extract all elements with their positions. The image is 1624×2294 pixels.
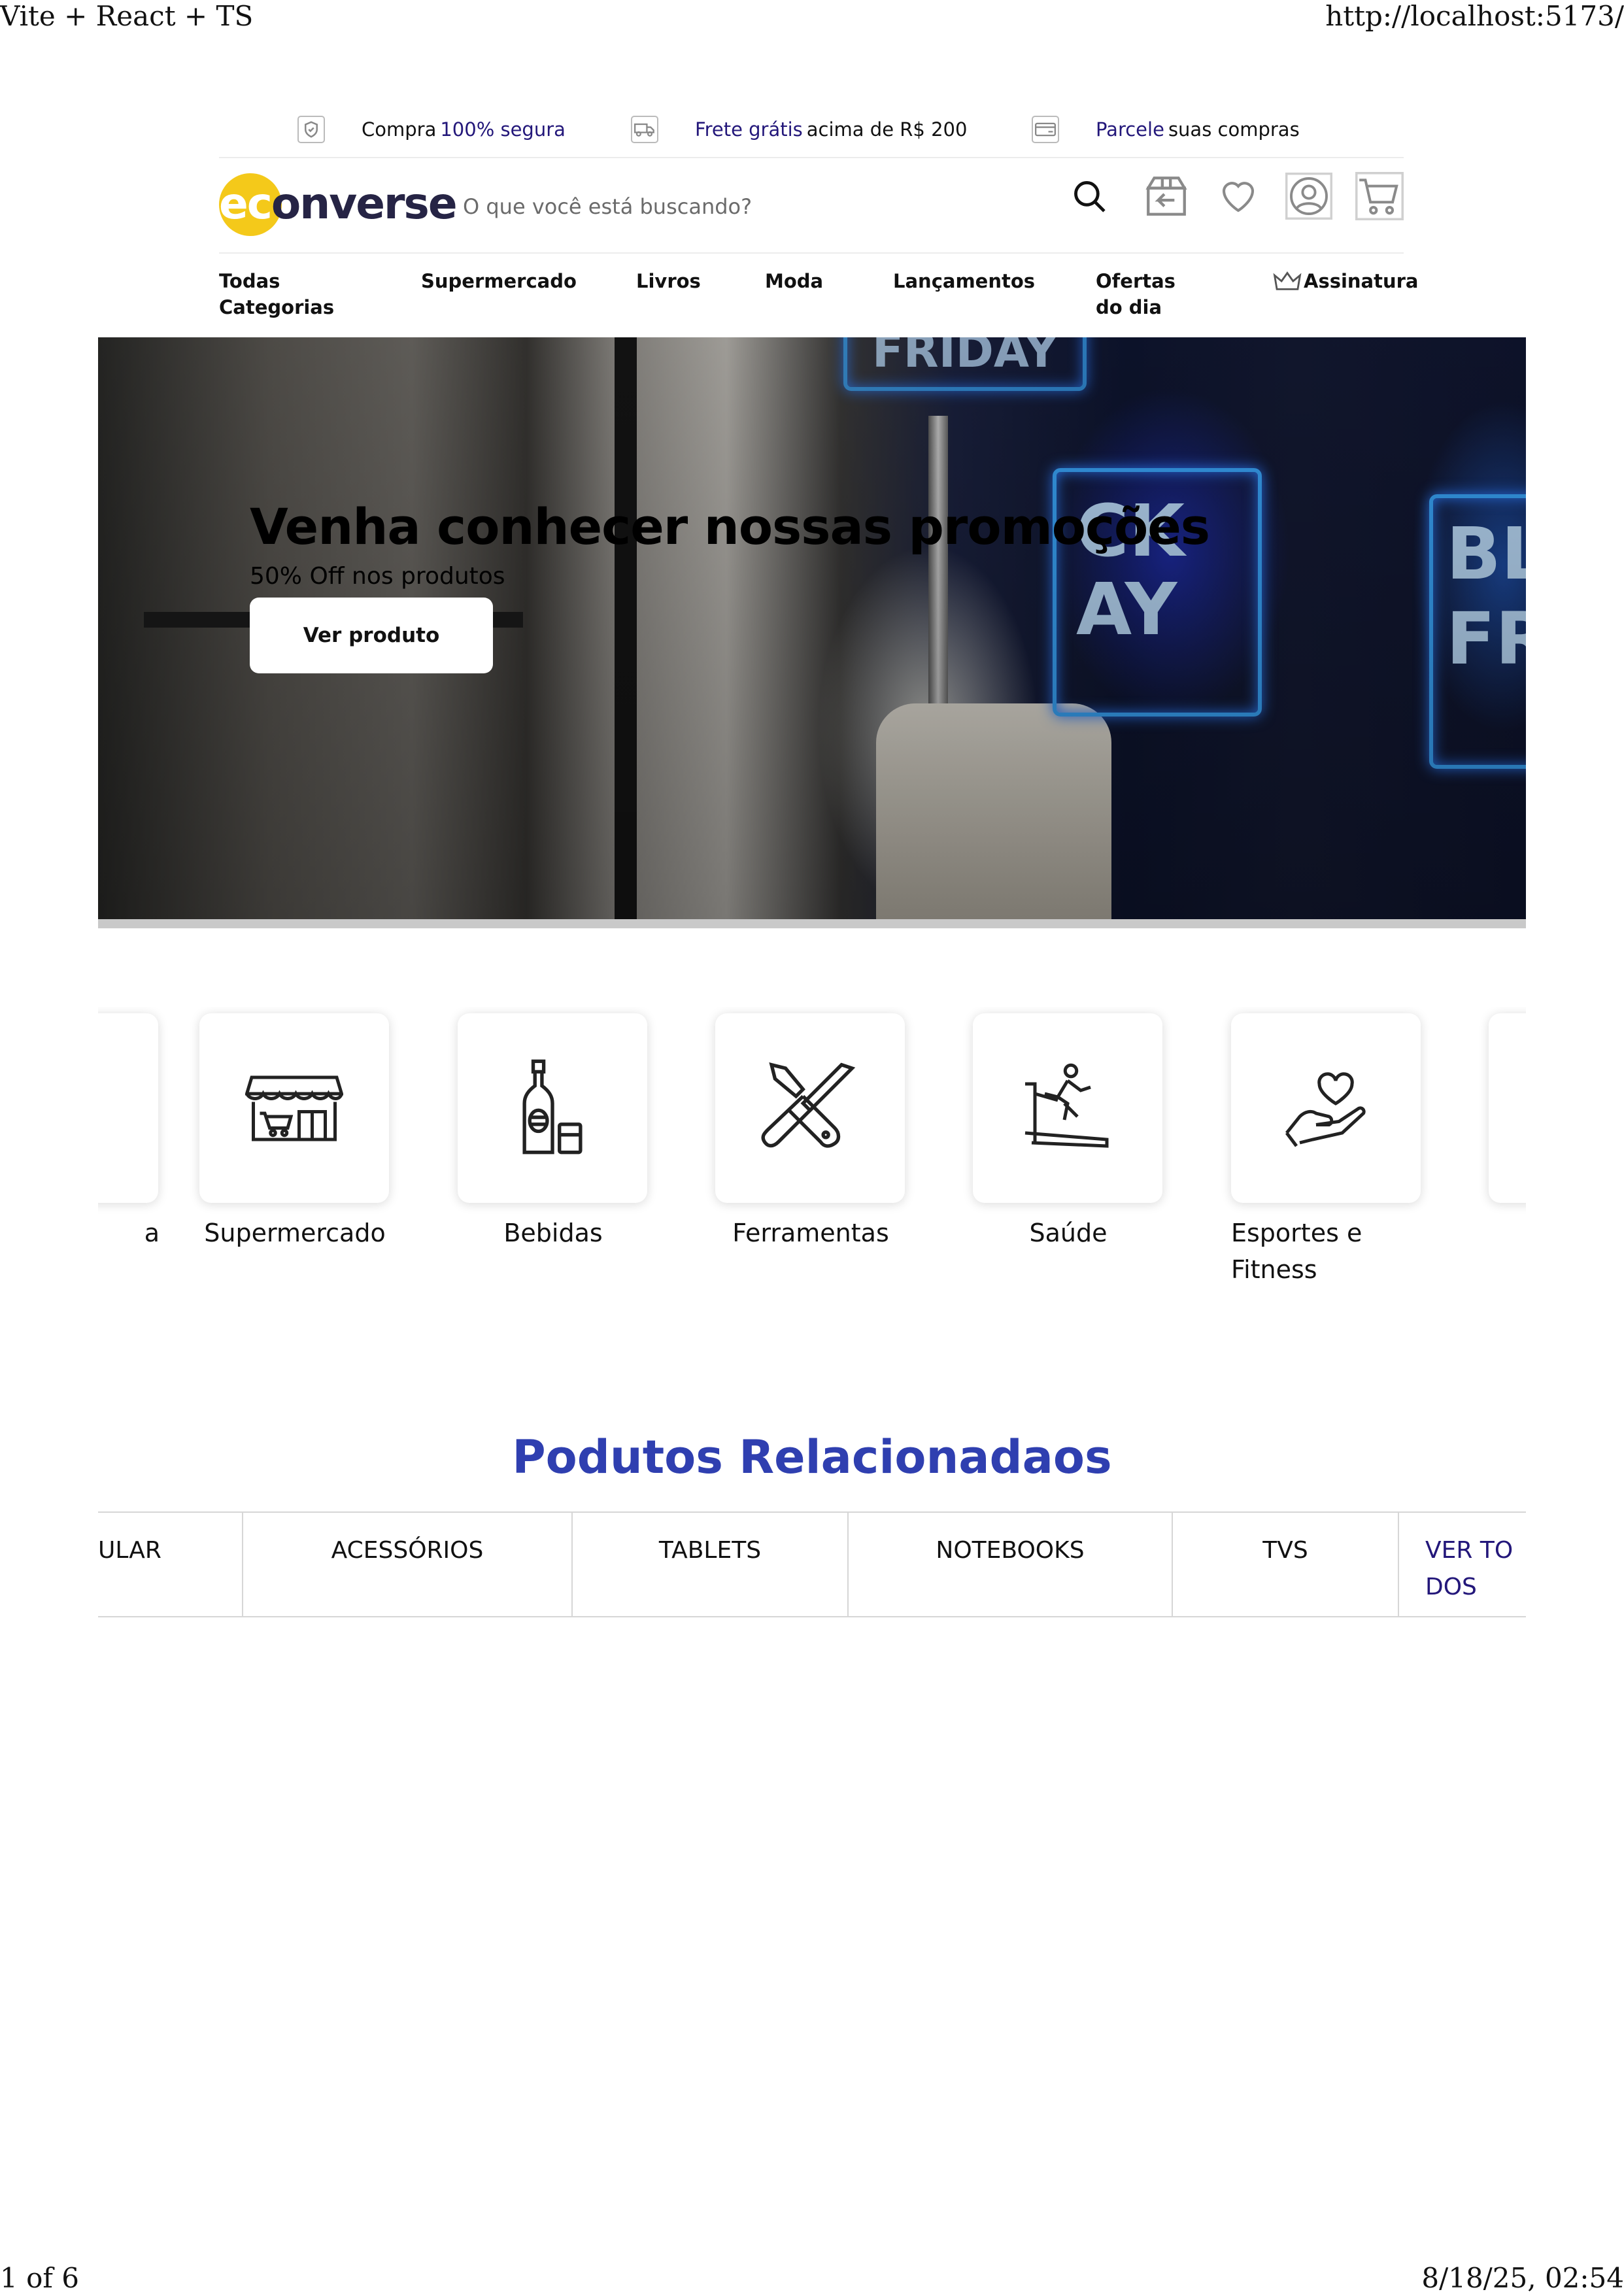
category-label: Saúde [1029, 1219, 1108, 1247]
installments-text: suas compras [1168, 118, 1300, 141]
heart-icon[interactable] [1213, 171, 1263, 221]
related-products-tabs: ULAR ACESSÓRIOS TABLETS NOTEBOOKS TVS VE… [98, 1511, 1526, 1617]
secure-purchase-text: Compra [362, 118, 437, 141]
tab-cellular[interactable]: ULAR [98, 1513, 243, 1616]
category-label: Bebidas [503, 1219, 603, 1247]
category-label: Ferramentas [732, 1219, 889, 1247]
credit-card-icon [1032, 116, 1059, 143]
print-page-number: 1 of 6 [0, 2262, 79, 2294]
cart-icon[interactable] [1355, 171, 1404, 221]
nav-fashion[interactable]: Moda [765, 268, 823, 294]
free-shipping-info: Frete grátis acima de R$ 200 [631, 111, 967, 148]
user-icon[interactable] [1284, 171, 1334, 221]
print-datetime: 8/18/25, 02:54 [1421, 2262, 1624, 2294]
tab-tablets[interactable]: TABLETS [573, 1513, 849, 1616]
free-shipping-accent: Frete grátis [695, 118, 803, 141]
free-shipping-text: acima de R$ 200 [806, 118, 968, 141]
hero-banner: FRIDAY CKAY BLFR Venha conhecer nossas p… [98, 337, 1526, 928]
treadmill-icon [1019, 1061, 1117, 1155]
search-icon[interactable] [1064, 171, 1114, 221]
category-label: a [144, 1219, 160, 1247]
print-page-title: Vite + React + TS [0, 0, 254, 32]
tab-tvs[interactable]: TVS [1173, 1513, 1399, 1616]
category-card-supermarket[interactable]: Supermercado [199, 1013, 390, 1251]
nav-supermarket[interactable]: Supermercado [421, 268, 577, 294]
hero-title: Venha conhecer nossas promoções [250, 498, 1210, 556]
category-label: Supermercado [204, 1219, 386, 1247]
category-card-partial-right[interactable] [1489, 1013, 1526, 1203]
nav-books[interactable]: Livros [636, 268, 701, 294]
tab-accessories[interactable]: ACESSÓRIOS [243, 1513, 573, 1616]
related-products-title: Podutos Relacionadaos [512, 1430, 1112, 1484]
categories-carousel: a Supermercado Bebidas Ferramentas Saúde… [98, 1007, 1526, 1294]
installments-accent: Parcele [1096, 118, 1164, 141]
header-divider [219, 252, 1404, 254]
logo-wordmark: econverse [219, 178, 458, 229]
category-icon [1489, 1013, 1526, 1203]
returns-box-icon[interactable] [1142, 171, 1191, 221]
print-page-url: http://localhost:5173/ [1325, 0, 1624, 32]
search-input[interactable] [462, 190, 1053, 224]
nav-subscription[interactable]: Assinatura [1272, 268, 1419, 294]
heart-hand-icon [1280, 1061, 1372, 1155]
crown-icon [1272, 269, 1302, 293]
top-info-bar: Compra 100% segura Frete grátis acima de… [219, 111, 1404, 158]
category-card-tools[interactable]: Ferramentas [715, 1013, 906, 1251]
category-card-beverages[interactable]: Bebidas [458, 1013, 649, 1251]
view-all-link[interactable]: VER TODOS [1399, 1513, 1526, 1616]
nav-all-categories[interactable]: Todas Categorias [219, 268, 350, 320]
store-icon [245, 1071, 344, 1145]
truck-icon [631, 116, 658, 143]
category-card-health[interactable]: Saúde [973, 1013, 1164, 1251]
category-icon [98, 1013, 158, 1203]
nav-subscription-label: Assinatura [1304, 270, 1419, 292]
nav-daily-deals[interactable]: Ofertas do dia [1096, 268, 1207, 320]
category-card-sports-fitness[interactable]: Esportes e Fitness [1231, 1013, 1422, 1288]
bottle-icon [516, 1058, 588, 1158]
tab-notebooks[interactable]: NOTEBOOKS [849, 1513, 1173, 1616]
secure-purchase-info: Compra 100% segura [297, 111, 566, 148]
category-card-partial-left[interactable]: a [98, 1013, 160, 1251]
tools-icon [761, 1058, 859, 1158]
view-product-button[interactable]: Ver produto [250, 598, 493, 673]
installments-info: Parcele suas compras [1032, 111, 1300, 148]
nav-releases[interactable]: Lançamentos [893, 268, 1035, 294]
hero-progress-bar [98, 919, 1526, 928]
secure-purchase-accent: 100% segura [440, 118, 566, 141]
econverse-logo[interactable]: econverse [219, 172, 458, 237]
hero-subtitle: 50% Off nos produtos [250, 563, 505, 590]
category-label: Esportes e Fitness [1231, 1219, 1362, 1284]
shield-check-icon [297, 116, 325, 143]
